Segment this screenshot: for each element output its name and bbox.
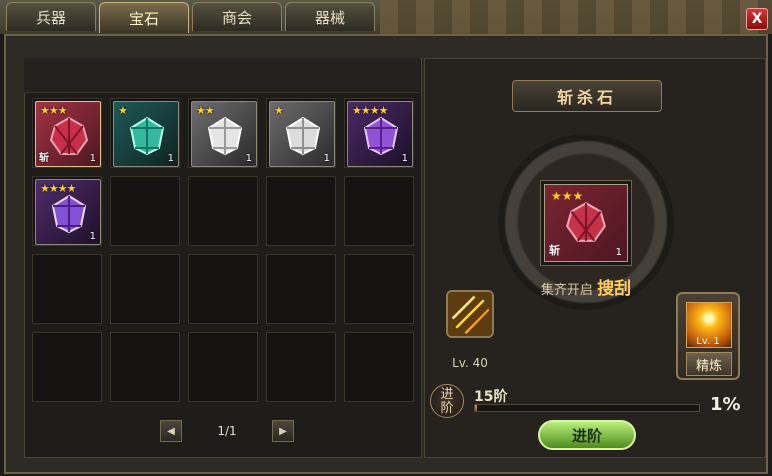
inventory-header <box>24 58 420 93</box>
collect-text: 集齐开启 搜刮 <box>526 274 646 299</box>
purple-gem-icon <box>363 116 399 156</box>
collect-label: 集齐开启 <box>540 283 593 298</box>
collect-emphasis: 搜刮 <box>597 279 632 299</box>
close-button[interactable]: X <box>746 8 768 30</box>
tabs-bar: 兵器 宝石 商会 器械 <box>6 2 375 33</box>
item-count: 1 <box>401 153 408 164</box>
red-gem-icon <box>49 116 89 155</box>
inventory-slot[interactable] <box>266 176 336 246</box>
inventory-slot[interactable]: ★★★★ 1 <box>32 176 102 246</box>
inventory-slot[interactable]: ★ 1 <box>266 98 336 168</box>
inventory-slot[interactable] <box>344 332 414 402</box>
item-title: 斩杀石 <box>512 80 662 112</box>
item-count: 1 <box>245 153 252 164</box>
inventory-slot[interactable] <box>188 332 258 402</box>
progress-percent: 1% <box>710 394 741 415</box>
inventory-slot[interactable] <box>110 176 180 246</box>
stage-progress: 进 阶 15阶 1% <box>430 384 750 418</box>
gem-item[interactable]: ★★★★ 1 <box>347 101 413 167</box>
inventory-slot[interactable] <box>110 254 180 324</box>
inventory-slot[interactable]: ★★★★ 1 <box>344 98 414 168</box>
slash-skill-icon <box>448 292 492 336</box>
game-window: 兵器 宝石 商会 器械 X ★★★ 斩 1 ★ 1 ★★ 1 ★ 1 ★★★★ … <box>0 0 772 476</box>
inventory-slot[interactable] <box>266 332 336 402</box>
gem-tag: 斩 <box>39 153 49 164</box>
next-page-button[interactable]: ▶ <box>272 420 294 442</box>
gem-item[interactable]: ★★ 1 <box>191 101 257 167</box>
white-gem-icon <box>207 116 243 156</box>
inventory-slot[interactable]: ★★ 1 <box>188 98 258 168</box>
tab-weapons[interactable]: 兵器 <box>6 2 96 31</box>
selected-gem-tag: 斩 <box>549 244 560 257</box>
white-gem-icon <box>285 116 321 156</box>
gem-item[interactable]: ★★★ 斩 1 <box>35 101 101 167</box>
skill-level: Lv. 40 <box>452 356 488 370</box>
inventory-slot[interactable] <box>344 176 414 246</box>
item-count: 1 <box>323 153 330 164</box>
inventory-slot[interactable] <box>344 254 414 324</box>
refine-button[interactable]: 精炼 <box>686 352 732 376</box>
progress-bar <box>474 404 700 412</box>
tab-commerce[interactable]: 商会 <box>192 2 282 31</box>
item-count: 1 <box>89 231 96 242</box>
inventory-slot[interactable]: ★★★ 斩 1 <box>32 98 102 168</box>
inventory-slot[interactable] <box>188 176 258 246</box>
purple-gem-icon <box>51 194 87 234</box>
page-indicator: 1/1 <box>217 424 237 438</box>
progress-fill <box>475 405 478 411</box>
inventory-slot[interactable] <box>32 254 102 324</box>
stage-label: 15阶 <box>474 389 508 405</box>
inventory-slot[interactable]: ★ 1 <box>110 98 180 168</box>
green-gem-icon <box>129 116 165 156</box>
inventory-slot[interactable] <box>188 254 258 324</box>
item-count: 1 <box>89 153 96 164</box>
stage-badge-top: 进 <box>440 387 454 402</box>
gem-item[interactable]: ★ 1 <box>269 101 335 167</box>
tab-machinery[interactable]: 器械 <box>285 2 375 31</box>
inventory-slot[interactable] <box>32 332 102 402</box>
selected-item-slot[interactable]: ★★★ 斩 1 <box>540 180 632 266</box>
inventory-slot[interactable] <box>110 332 180 402</box>
tab-gems[interactable]: 宝石 <box>99 2 189 33</box>
stage-badge-bottom: 阶 <box>440 401 454 416</box>
prev-page-button[interactable]: ◀ <box>160 420 182 442</box>
skill-slot[interactable] <box>446 290 494 338</box>
item-count: 1 <box>167 153 174 164</box>
pager: ◀ 1/1 ▶ <box>160 420 294 442</box>
gem-item[interactable]: ★ 1 <box>113 101 179 167</box>
inventory-slot[interactable] <box>266 254 336 324</box>
refine-panel: Lv. 1 精炼 <box>676 292 740 380</box>
red-gem-icon <box>566 201 606 242</box>
gem-item[interactable]: ★★★★ 1 <box>35 179 101 245</box>
refine-level: Lv. 1 <box>696 336 720 347</box>
selected-gem[interactable]: ★★★ 斩 1 <box>544 184 628 262</box>
advance-button[interactable]: 进阶 <box>538 420 636 450</box>
stage-badge: 进 阶 <box>430 384 464 418</box>
selected-item-count: 1 <box>615 247 622 258</box>
